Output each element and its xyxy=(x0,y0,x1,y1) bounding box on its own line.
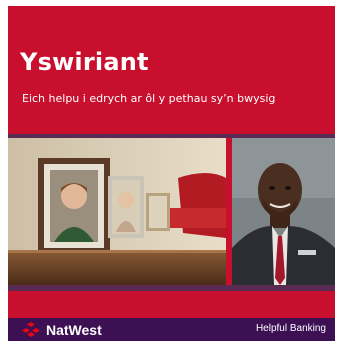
page-title: Yswiriant xyxy=(20,48,149,76)
photo-frames-image xyxy=(8,138,226,285)
brand-name: NatWest xyxy=(46,322,102,338)
man-portrait-image xyxy=(232,138,335,285)
natwest-cubes-logo-icon xyxy=(22,322,40,337)
natwest-logo: NatWest xyxy=(22,322,102,338)
tagline: Helpful Banking xyxy=(255,323,326,334)
divider-bottom xyxy=(8,285,335,291)
page-subtitle: Eich helpu i edrych ar ôl y pethau sy’n … xyxy=(22,92,276,105)
leaflet-cover: Yswiriant Eich helpu i edrych ar ôl y pe… xyxy=(8,6,335,341)
footer-bar: NatWest Helpful Banking xyxy=(8,318,335,341)
